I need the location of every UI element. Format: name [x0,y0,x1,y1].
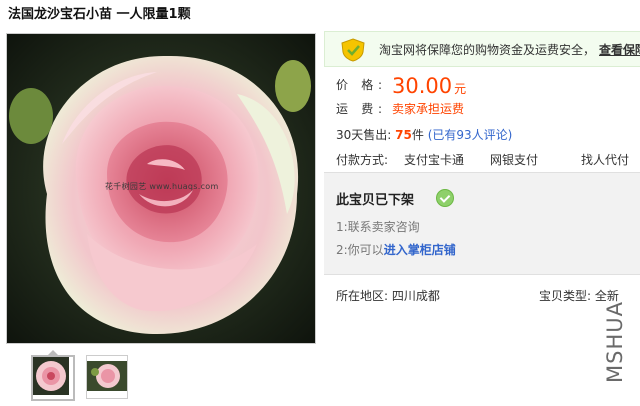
payment-label: 付款方式: [336,153,389,167]
shipping-value: 卖家承担运费 [392,102,465,116]
location-row: 所在地区: 四川成都 [336,287,440,304]
price-unit: 元 [454,82,467,96]
image-watermark: 花千树园艺 www.huaqs.com [105,182,219,191]
price-value: 30.00 [392,74,453,98]
price-label: 价 格: [336,78,382,92]
view-guarantee-link[interactable]: 查看保障 [599,43,640,57]
security-text: 淘宝网将保障您的购物资金及运费安全，查看保障 [379,41,640,58]
sales-row: 30天售出: 75件 (已有93人评论) [336,126,512,143]
shipping-row: 运 费: 卖家承担运费 [336,100,464,117]
thumbnail-rose-icon [33,357,69,395]
enter-shop-step: 2:你可以进入掌柜店铺 [336,241,456,258]
security-message: 淘宝网将保障您的购物资金及运费安全， [379,43,596,57]
side-watermark: MSHUA [603,292,636,392]
thumbnail-rose-icon [87,356,127,398]
payment-option-pay-for-me[interactable]: 找人代付 [581,151,629,168]
side-watermark-text: MSHUA [602,301,627,383]
reviews-link[interactable]: (已有93人评论) [428,128,513,142]
payment-option-online-bank[interactable]: 网银支付 [490,151,538,168]
enter-shop-link[interactable]: 进入掌柜店铺 [384,243,456,257]
step2-prefix: 2:你可以 [336,243,384,257]
shipping-label: 运 费: [336,102,382,116]
sales-label: 30天售出: [336,128,392,142]
check-icon [436,189,454,207]
security-guarantee-bar: 淘宝网将保障您的购物资金及运费安全，查看保障 [324,31,640,67]
sales-count: 75 [395,128,412,142]
product-title: 法国龙沙宝石小苗 一人限量1颗 [8,7,191,22]
main-product-image[interactable]: 花千树园艺 www.huaqs.com [6,33,316,344]
item-offline-box: 此宝贝已下架 1:联系卖家咨询 2:你可以进入掌柜店铺 [324,172,640,275]
thumbnail-1[interactable] [31,355,75,401]
sales-unit: 件 [411,128,424,142]
shield-icon [341,38,365,62]
category-label: 宝贝类型: [539,289,592,303]
contact-seller-step: 1:联系卖家咨询 [336,220,420,234]
payment-option-alipay-card[interactable]: 支付宝卡通 [404,151,464,168]
offline-title: 此宝贝已下架 [336,193,415,208]
location-label: 所在地区: [336,289,389,303]
thumbnail-2[interactable] [86,355,128,399]
location-value: 四川成都 [391,289,440,303]
price-row: 价 格: 30.00 元 [336,74,466,98]
